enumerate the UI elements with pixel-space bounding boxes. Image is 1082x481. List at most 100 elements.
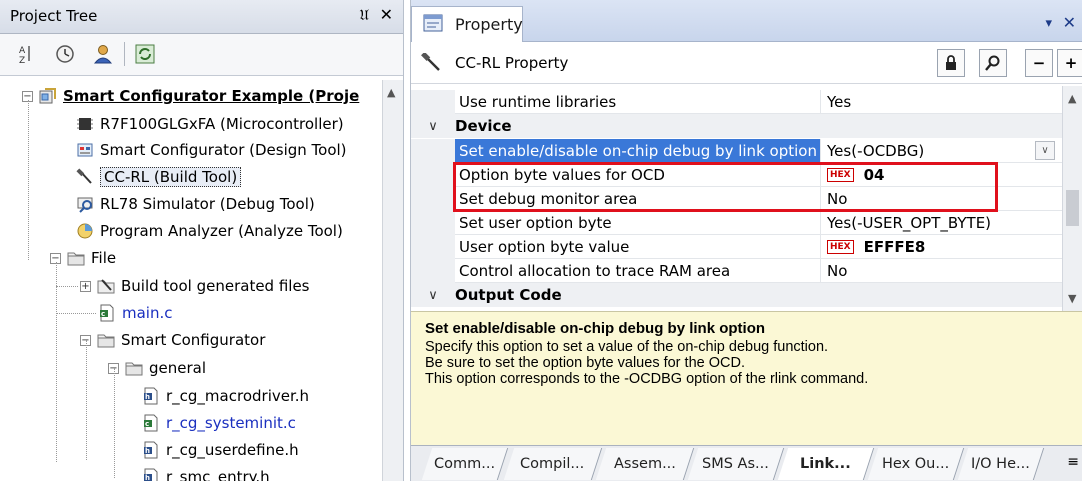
tree-item-label: Program Analyzer (Analyze Tool) [100,222,343,240]
tree-item[interactable]: RL78 Simulator (Debug Tool) [76,192,315,216]
folder-icon [125,359,143,377]
tree-item[interactable]: c main.c [98,301,173,325]
property-value[interactable]: Yes(-OCDBG) ∨ [821,139,1063,163]
expand-icon[interactable]: + [80,280,91,292]
property-row[interactable]: Set enable/disable on-chip debug by link… [411,139,1063,163]
tab-label: Link... [800,456,851,472]
tab-compil[interactable]: Compil... [503,448,603,480]
scroll-down-icon[interactable]: ▼ [1068,292,1076,305]
collapse-button[interactable]: − [1025,49,1053,77]
property-value-text: No [827,261,848,280]
clock-icon[interactable] [54,43,76,65]
tab-label: I/O He... [971,456,1030,472]
property-grid-scrollbar[interactable]: ▲ ▼ [1062,86,1082,311]
tab-label: Assem... [613,456,676,472]
dropdown-icon[interactable]: ∨ [1035,141,1055,160]
tree-item[interactable]: − general [108,356,206,380]
tabs-menu-icon[interactable]: ≡ [1067,454,1079,470]
tree-item[interactable]: − File [50,246,116,270]
tree-connector [28,100,29,260]
tree-item[interactable]: h r_cg_userdefine.h [142,438,299,462]
tree-connector [56,286,78,287]
property-value[interactable]: Yes [821,90,1063,114]
scroll-thumb[interactable] [1066,190,1079,226]
close-icon[interactable]: ✕ [1063,13,1076,32]
property-value-text: Yes [827,92,852,111]
c-file-icon: c [142,414,160,432]
build-tool-icon [76,168,94,186]
property-name: Control allocation to trace RAM area [455,259,821,283]
property-value[interactable]: No [821,259,1063,283]
tree-item-label: r_cg_macrodriver.h [166,387,310,405]
hammer-icon [421,51,443,77]
refresh-icon[interactable] [134,43,156,65]
chevron-down-icon[interactable]: ∨ [411,119,455,134]
tree-item[interactable]: c r_cg_systeminit.c [142,411,296,435]
sort-icon[interactable]: AZ [14,43,36,65]
property-subtitle: CC-RL Property [455,54,569,72]
scroll-up-icon[interactable]: ▲ [1068,92,1076,105]
tree-item-label: r_cg_userdefine.h [166,441,299,459]
property-tabs: I/O He... Hex Ou... Link... SMS As... Assem.… [411,445,1082,481]
debug-tool-icon [76,195,94,213]
tree-item[interactable]: h r_smc_entry.h [142,465,270,481]
tree-item[interactable]: − Smart Configurator [80,328,265,352]
property-row[interactable]: Option byte values for OCD HEX 04 [411,163,1063,187]
tree-item[interactable]: Program Analyzer (Analyze Tool) [76,219,343,243]
search-icon[interactable] [979,49,1007,77]
property-value[interactable]: HEX EFFFE8 [821,235,1063,259]
property-category[interactable]: ∨ Output Code [411,283,1063,307]
property-row[interactable]: Set user option byte Yes(-USER_OPT_BYTE) [411,211,1063,235]
user-icon[interactable] [92,43,114,65]
tree-item[interactable]: + Build tool generated files [80,274,310,298]
tab-i-o-he[interactable]: I/O He... [957,448,1045,480]
property-value[interactable]: Yes(-USER_OPT_BYTE) [821,211,1063,235]
lock-icon[interactable] [937,49,965,77]
chevron-down-icon[interactable]: ∨ [411,288,455,303]
tree-item[interactable]: CC-RL (Build Tool) [76,165,242,189]
property-category[interactable]: ∨ Device [411,114,1063,138]
folder-icon [97,331,115,349]
close-icon[interactable]: ✕ [380,5,393,24]
expand-button[interactable]: + [1057,49,1082,77]
project-tree-scrollbar[interactable]: ▲ [382,80,403,481]
analyzer-icon [76,222,94,240]
property-row[interactable]: Set debug monitor area No [411,187,1063,211]
property-value[interactable]: HEX 04 [821,163,1063,187]
tree-item[interactable]: − Smart Configurator Example (Proje [22,84,359,108]
tree-item[interactable]: R7F100GLGxFA (Microcontroller) [76,112,344,136]
folder-icon [67,249,85,267]
tab-comm[interactable]: Comm... [421,448,509,480]
property-row[interactable]: Use runtime libraries Yes [411,90,1063,114]
property-row[interactable]: User option byte value HEX EFFFE8 [411,235,1063,259]
scroll-up-icon[interactable]: ▲ [387,86,395,99]
tree-item[interactable]: h r_cg_macrodriver.h [142,384,309,408]
tree-item-label: r_cg_systeminit.c [166,414,296,432]
h-file-icon: h [142,387,160,405]
hex-value: EFFFE8 [863,237,926,256]
description-line: Be sure to set the option byte values fo… [425,355,745,371]
svg-text:c: c [145,420,149,428]
tree-item[interactable]: Smart Configurator (Design Tool) [76,138,347,162]
property-icon [423,12,445,38]
grid-gutter [411,259,455,283]
tab-assem[interactable]: Assem... [595,448,695,480]
property-name: Set user option byte [455,211,821,235]
tab-sms-as[interactable]: SMS As... [687,448,785,480]
tree-connector [86,340,87,460]
grid-gutter [411,163,455,187]
tree-item-label: R7F100GLGxFA (Microcontroller) [100,115,344,133]
property-name: Set debug monitor area [455,187,821,211]
property-row[interactable]: Control allocation to trace RAM area No [411,259,1063,283]
property-value[interactable]: No [821,187,1063,211]
project-tree: − Smart Configurator Example (Proje R7F100… [0,80,382,481]
property-pane: Property ▾ ✕ CC-RL Property − + Use runt… [410,0,1082,481]
tree-item-label: File [91,249,117,267]
hex-badge: HEX [827,239,854,254]
svg-text:h: h [145,474,150,481]
chevron-down-icon[interactable]: ▾ [1045,16,1052,31]
pin-icon[interactable]: 𝔘 [359,6,369,24]
tab-hex-ou[interactable]: Hex Ou... [867,448,965,480]
project-icon [39,87,57,105]
tab-link[interactable]: Link... [777,448,875,480]
